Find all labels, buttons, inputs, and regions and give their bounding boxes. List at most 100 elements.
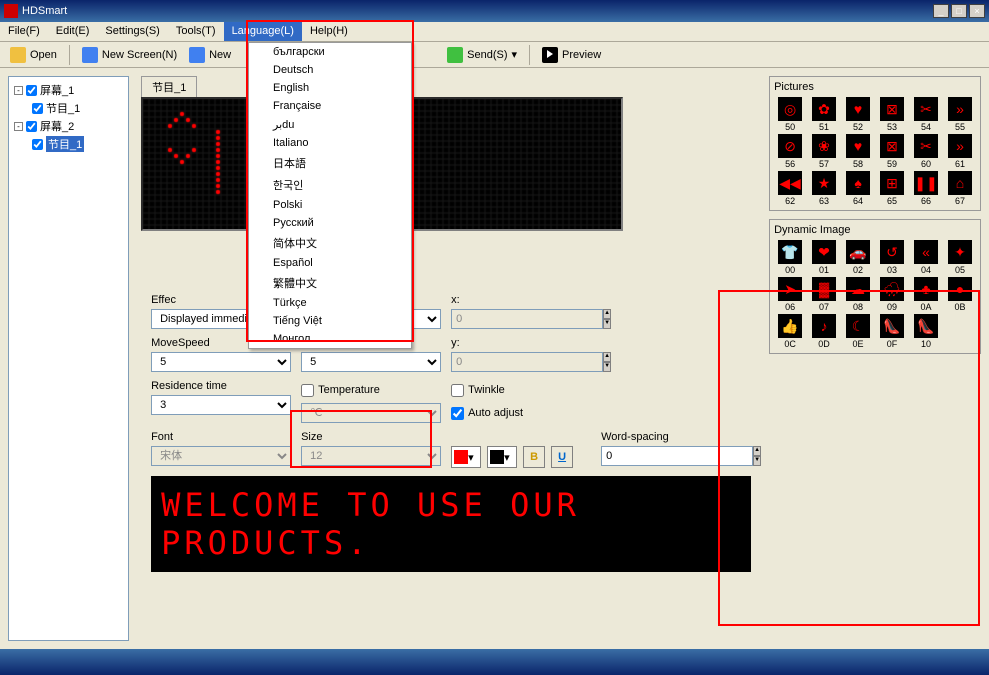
preview-button[interactable]: Preview (538, 45, 605, 65)
thumbnail[interactable]: ⊞65 (876, 171, 908, 206)
thumbnail[interactable]: ⊠59 (876, 134, 908, 169)
residence-combo[interactable]: 3 (151, 395, 291, 415)
properties-panel: EffecDisplayed immediat No Borders x:▲▼ … (141, 284, 761, 582)
thumbnail[interactable]: 👍0C (774, 314, 806, 349)
thumbnail[interactable]: ◀◀62 (774, 171, 806, 206)
text-preview[interactable]: WELCOME TO USE OUR PRODUCTS. (151, 476, 751, 572)
size-combo[interactable]: 12 (301, 446, 441, 466)
thumbnail[interactable]: ❚❚66 (910, 171, 942, 206)
menubar: File(F) Edit(E) Settings(S) Tools(T) Lan… (0, 22, 989, 42)
app-icon (4, 4, 18, 18)
thumbnail[interactable]: ↺03 (876, 240, 908, 275)
language-option[interactable]: Mонгол (249, 330, 411, 348)
x-input[interactable] (451, 309, 603, 329)
thumbnail[interactable]: ◎50 (774, 97, 806, 132)
underline-button[interactable]: U (551, 446, 573, 468)
thumbnail[interactable]: ♪0D (808, 314, 840, 349)
tree-node-screen1[interactable]: -屏幕_1 (13, 81, 124, 99)
thumbnail[interactable]: ❤01 (808, 240, 840, 275)
thumbnail[interactable]: ♣0A (910, 277, 942, 312)
thumbnail[interactable]: ✂54 (910, 97, 942, 132)
tree-node-program1a[interactable]: 节目_1 (31, 99, 124, 117)
movespeed-combo[interactable]: 5 (151, 352, 291, 372)
thumbnail[interactable]: ▓07 (808, 277, 840, 312)
new-button[interactable]: New (185, 45, 235, 65)
language-option[interactable]: Polski (249, 196, 411, 214)
thumbnail[interactable]: ⊠53 (876, 97, 908, 132)
twinkle-checkbox[interactable] (451, 384, 464, 397)
wordspacing-input[interactable] (601, 446, 753, 466)
thumbnail[interactable]: ●0B (944, 277, 976, 312)
new-screen-button[interactable]: New Screen(N) (78, 45, 181, 65)
temperature-combo[interactable]: ℃ (301, 403, 441, 423)
send-button[interactable]: Send(S) ▾ (443, 45, 521, 65)
thumbnail[interactable]: ⊘56 (774, 134, 806, 169)
orderspeed-combo[interactable]: 5 (301, 352, 441, 372)
thumbnail[interactable]: 👕00 (774, 240, 806, 275)
window-title: HDSmart (22, 5, 67, 17)
language-option[interactable]: български (249, 43, 411, 61)
language-option[interactable]: English (249, 79, 411, 97)
toolbar: Open New Screen(N) New Send(S) ▾ Preview (0, 42, 989, 68)
thumbnail[interactable]: ❀57 (808, 134, 840, 169)
open-button[interactable]: Open (6, 45, 61, 65)
thumbnail[interactable]: 🚗02 (842, 240, 874, 275)
thumbnail[interactable]: 🌧09 (876, 277, 908, 312)
thumbnail[interactable]: ☁08 (842, 277, 874, 312)
thumbnail[interactable]: «04 (910, 240, 942, 275)
maximize-button[interactable]: □ (951, 4, 967, 18)
language-option[interactable]: Español (249, 254, 411, 272)
tree-node-screen2[interactable]: -屏幕_2 (13, 117, 124, 135)
thumbnail[interactable]: ♥52 (842, 97, 874, 132)
language-option[interactable]: Türkçe (249, 294, 411, 312)
language-option[interactable]: Italiano (249, 134, 411, 152)
language-option[interactable]: 繁體中文 (249, 272, 411, 294)
bold-button[interactable]: B (523, 446, 545, 468)
thumbnail[interactable]: ♠64 (842, 171, 874, 206)
menu-language[interactable]: Language(L) (224, 22, 302, 41)
thumbnail[interactable]: ★63 (808, 171, 840, 206)
thumbnail[interactable]: ✦05 (944, 240, 976, 275)
pictures-panel: Pictures ◎50✿51♥52⊠53✂54»55⊘56❀57♥58⊠59✂… (769, 76, 981, 211)
language-option[interactable]: Русский (249, 214, 411, 232)
close-button[interactable]: × (969, 4, 985, 18)
language-option[interactable]: 日本語 (249, 152, 411, 174)
tree-panel: -屏幕_1 节目_1 -屏幕_2 节目_1 (8, 76, 129, 641)
y-input[interactable] (451, 352, 603, 372)
thumbnail[interactable]: 👠0F (876, 314, 908, 349)
canvas-tab[interactable]: 节目_1 (141, 76, 197, 97)
dynamic-image-panel: Dynamic Image 👕00❤01🚗02↺03«04✦05➤06▓07☁0… (769, 219, 981, 354)
language-option[interactable]: برdu (249, 115, 411, 134)
language-option[interactable]: 简体中文 (249, 232, 411, 254)
forecolor-button[interactable]: ▾ (451, 446, 481, 468)
language-option[interactable]: Deutsch (249, 61, 411, 79)
language-dropdown: българскиDeutschEnglishFrançaiseبرduItal… (248, 42, 412, 349)
temperature-checkbox[interactable] (301, 384, 314, 397)
thumbnail[interactable]: ✿51 (808, 97, 840, 132)
thumbnail[interactable]: ☾0E (842, 314, 874, 349)
minimize-button[interactable]: _ (933, 4, 949, 18)
thumbnail[interactable]: ♥58 (842, 134, 874, 169)
thumbnail[interactable]: 👠10 (910, 314, 942, 349)
thumbnail[interactable]: ➤06 (774, 277, 806, 312)
language-option[interactable]: Tiếng Việt (249, 312, 411, 330)
menu-help[interactable]: Help(H) (302, 22, 356, 41)
new-icon (189, 47, 205, 63)
menu-tools[interactable]: Tools(T) (168, 22, 224, 41)
thumbnail[interactable]: ⌂67 (944, 171, 976, 206)
play-icon (542, 47, 558, 63)
language-option[interactable]: 한국인 (249, 174, 411, 196)
backcolor-button[interactable]: ▾ (487, 446, 517, 468)
titlebar: HDSmart _ □ × (0, 0, 989, 22)
language-option[interactable]: Française (249, 97, 411, 115)
menu-edit[interactable]: Edit(E) (48, 22, 98, 41)
new-screen-icon (82, 47, 98, 63)
menu-file[interactable]: File(F) (0, 22, 48, 41)
menu-settings[interactable]: Settings(S) (97, 22, 167, 41)
tree-node-program1b[interactable]: 节目_1 (31, 135, 124, 153)
thumbnail[interactable]: »61 (944, 134, 976, 169)
font-combo[interactable]: 宋体 (151, 446, 291, 466)
autoadjust-checkbox[interactable] (451, 407, 464, 420)
thumbnail[interactable]: »55 (944, 97, 976, 132)
thumbnail[interactable]: ✂60 (910, 134, 942, 169)
